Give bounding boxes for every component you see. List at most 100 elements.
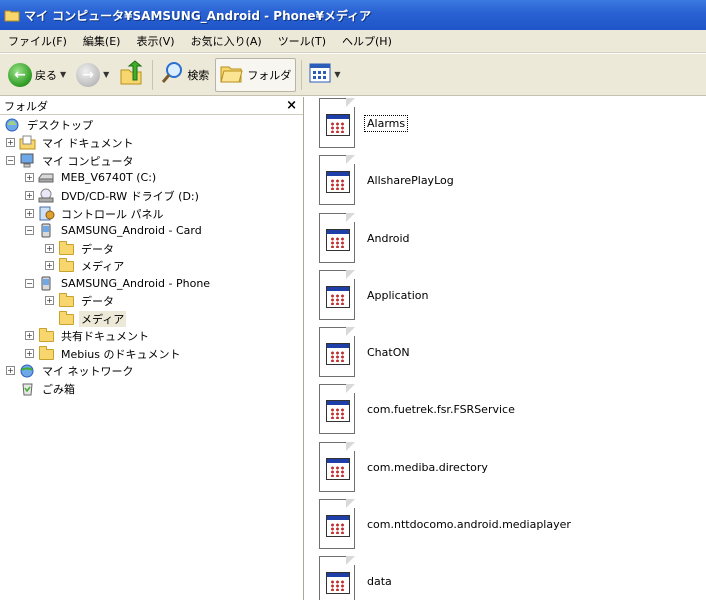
expand-icon[interactable]: + bbox=[45, 296, 54, 305]
tree-item-card-media[interactable]: + メディア bbox=[45, 257, 126, 274]
file-item[interactable]: com.nttdocomo.android.mediaplayer bbox=[317, 498, 573, 550]
back-button[interactable]: ← 戻る ▼ bbox=[4, 58, 70, 92]
back-arrow-icon: ← bbox=[8, 62, 32, 87]
system-file-icon bbox=[317, 442, 357, 492]
file-item[interactable]: Alarms bbox=[317, 97, 409, 149]
menu-bar: ファイル(F) 編集(E) 表示(V) お気に入り(A) ツール(T) ヘルプ(… bbox=[0, 30, 706, 53]
expand-icon[interactable]: + bbox=[6, 138, 15, 147]
expander-placeholder bbox=[45, 314, 54, 323]
menu-tools[interactable]: ツール(T) bbox=[276, 33, 332, 49]
tree-item-drive-d[interactable]: + DVD/CD-RW ドライブ (D:) bbox=[25, 187, 201, 204]
search-button[interactable]: 検索 bbox=[156, 58, 213, 92]
toolbar: ← 戻る ▼ → ▼ 検索 フォルダ ▼ bbox=[0, 54, 706, 96]
system-file-icon bbox=[317, 270, 357, 320]
up-folder-icon bbox=[119, 60, 143, 89]
device-icon bbox=[38, 223, 55, 238]
expand-icon[interactable]: + bbox=[45, 261, 54, 270]
menu-favorites[interactable]: お気に入り(A) bbox=[189, 33, 268, 49]
window-title: マイ コンピュータ¥SAMSUNG_Android - Phone¥メディア bbox=[24, 8, 372, 23]
hard-drive-icon bbox=[38, 170, 55, 185]
folder-pane: フォルダ × デスクトップ + マイ ドキュメント − マイ コンピュータ + … bbox=[0, 97, 304, 600]
file-name: AllsharePlayLog bbox=[367, 173, 454, 187]
up-button[interactable] bbox=[115, 58, 147, 92]
file-name: com.nttdocomo.android.mediaplayer bbox=[367, 517, 571, 531]
menu-edit[interactable]: 編集(E) bbox=[81, 33, 127, 49]
system-file-icon bbox=[317, 327, 357, 377]
control-panel-icon bbox=[38, 206, 55, 221]
tree-item-recycle-bin[interactable]: ごみ箱 bbox=[19, 380, 77, 397]
collapse-icon[interactable]: − bbox=[25, 226, 34, 235]
folder-pane-title: フォルダ bbox=[4, 99, 48, 113]
tree-item-my-network[interactable]: + マイ ネットワーク bbox=[6, 362, 136, 379]
expand-icon[interactable]: + bbox=[6, 366, 15, 375]
expand-icon[interactable]: + bbox=[25, 349, 34, 358]
system-file-icon bbox=[317, 499, 357, 549]
collapse-icon[interactable]: − bbox=[25, 279, 34, 288]
folders-icon bbox=[220, 62, 244, 87]
expand-icon[interactable]: + bbox=[45, 244, 54, 253]
tree-item-drive-c[interactable]: + MEB_V6740T (C:) bbox=[25, 169, 158, 186]
collapse-icon[interactable]: − bbox=[6, 156, 15, 165]
folder-icon bbox=[4, 8, 20, 22]
recycle-bin-icon bbox=[19, 381, 36, 396]
system-file-icon bbox=[317, 155, 357, 205]
device-icon bbox=[38, 276, 55, 291]
search-label: 検索 bbox=[187, 68, 210, 82]
tree-item-desktop[interactable]: デスクトップ bbox=[4, 116, 95, 133]
tree-item-control-panel[interactable]: + コントロール パネル bbox=[25, 205, 166, 222]
tree-item-label: ごみ箱 bbox=[42, 382, 75, 396]
menu-help[interactable]: ヘルプ(H) bbox=[340, 33, 398, 49]
file-name: Application bbox=[367, 288, 429, 302]
tree-item-shared-documents[interactable]: + 共有ドキュメント bbox=[25, 327, 151, 344]
tree-item-label: マイ コンピュータ bbox=[42, 154, 134, 168]
expand-icon[interactable]: + bbox=[25, 191, 34, 200]
system-file-icon bbox=[317, 98, 357, 148]
menu-view[interactable]: 表示(V) bbox=[134, 33, 180, 49]
file-name: Alarms bbox=[363, 114, 409, 132]
tree-item-phone-media[interactable]: メディア bbox=[45, 310, 127, 327]
file-item[interactable]: data bbox=[317, 555, 394, 600]
tree-item-label: データ bbox=[81, 242, 114, 256]
close-icon[interactable]: × bbox=[286, 98, 297, 113]
folders-button[interactable]: フォルダ bbox=[215, 57, 297, 92]
forward-button[interactable]: → ▼ bbox=[72, 58, 113, 92]
tree-item-card-data[interactable]: + データ bbox=[45, 240, 116, 257]
desktop-icon bbox=[4, 117, 21, 132]
tree-item-android-card[interactable]: − SAMSUNG_Android - Card bbox=[25, 222, 204, 239]
tree-item-label-selected: メディア bbox=[79, 310, 127, 327]
tree-item-mebius-documents[interactable]: + Mebius のドキュメント bbox=[25, 345, 183, 362]
file-item[interactable]: AllsharePlayLog bbox=[317, 154, 456, 206]
views-dropdown-icon[interactable]: ▼ bbox=[334, 70, 340, 79]
file-item[interactable]: Application bbox=[317, 269, 430, 321]
expand-icon[interactable]: + bbox=[25, 331, 34, 340]
folder-icon bbox=[58, 241, 75, 256]
folders-label: フォルダ bbox=[247, 68, 292, 82]
tree-item-my-computer[interactable]: − マイ コンピュータ bbox=[6, 152, 136, 169]
forward-dropdown-icon[interactable]: ▼ bbox=[103, 70, 109, 79]
views-button[interactable]: ▼ bbox=[305, 58, 344, 92]
file-name: com.fuetrek.fsr.FSRService bbox=[367, 402, 515, 416]
system-file-icon bbox=[317, 384, 357, 434]
expand-icon[interactable]: + bbox=[25, 173, 34, 182]
tree-item-label: データ bbox=[81, 294, 114, 308]
back-dropdown-icon[interactable]: ▼ bbox=[60, 70, 66, 79]
my-documents-icon bbox=[19, 135, 36, 150]
forward-arrow-icon: → bbox=[76, 62, 101, 87]
file-item[interactable]: Android bbox=[317, 212, 412, 264]
menu-file[interactable]: ファイル(F) bbox=[6, 33, 73, 49]
folder-icon bbox=[58, 293, 75, 308]
network-icon bbox=[19, 363, 36, 378]
tree-item-phone-data[interactable]: + データ bbox=[45, 292, 116, 309]
views-icon bbox=[309, 63, 331, 86]
file-item[interactable]: com.mediba.directory bbox=[317, 441, 490, 493]
file-item[interactable]: ChatON bbox=[317, 326, 412, 378]
file-item[interactable]: com.fuetrek.fsr.FSRService bbox=[317, 383, 517, 435]
toolbar-separator bbox=[152, 59, 154, 90]
folder-icon bbox=[58, 258, 75, 273]
file-name: Android bbox=[367, 231, 410, 245]
tree-item-android-phone[interactable]: − SAMSUNG_Android - Phone bbox=[25, 275, 212, 292]
tree-item-my-documents[interactable]: + マイ ドキュメント bbox=[6, 134, 136, 151]
title-bar[interactable]: マイ コンピュータ¥SAMSUNG_Android - Phone¥メディア bbox=[0, 0, 706, 30]
system-file-icon bbox=[317, 213, 357, 263]
expand-icon[interactable]: + bbox=[25, 209, 34, 218]
